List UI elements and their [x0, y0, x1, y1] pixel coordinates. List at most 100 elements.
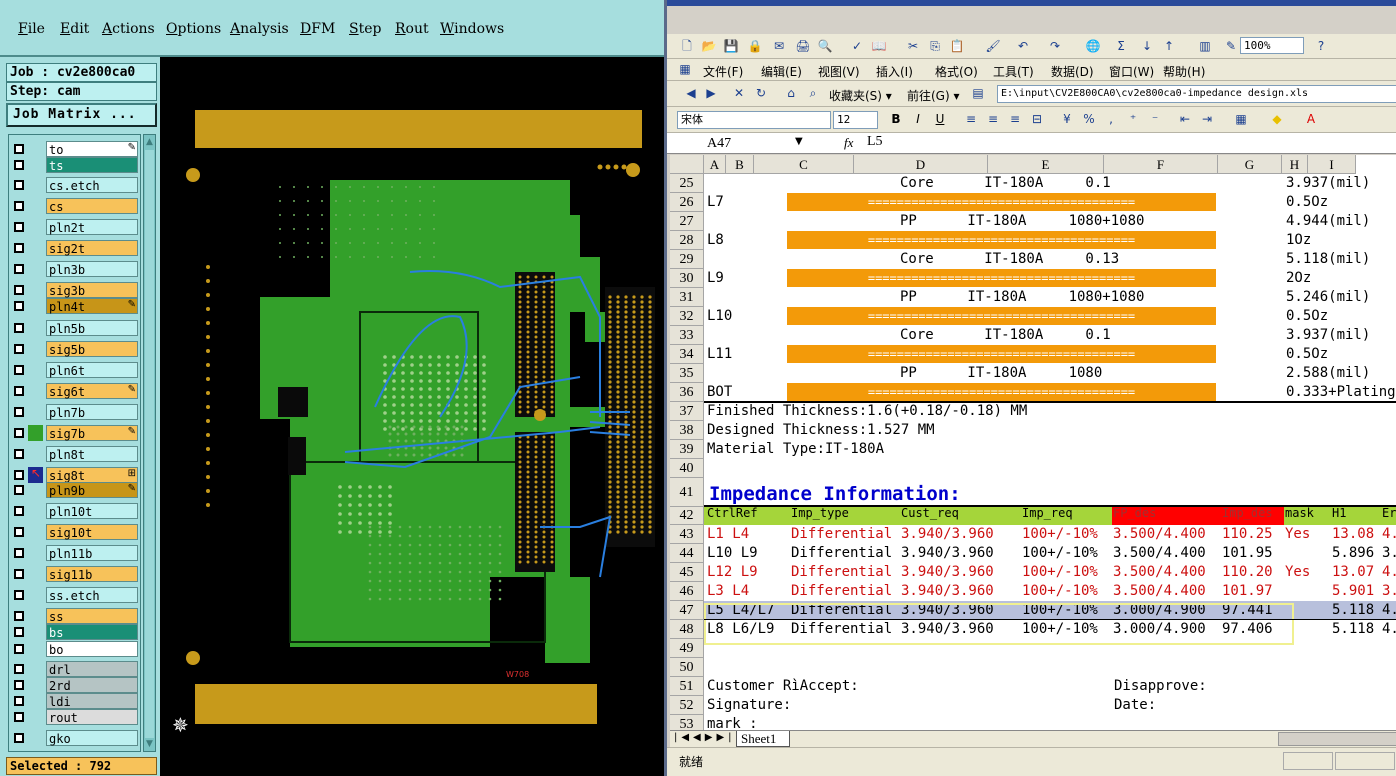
column-header-d[interactable]: D [854, 155, 988, 174]
cam-menu-options[interactable]: Options [166, 21, 221, 37]
info-cell[interactable]: Finished Thickness:1.6(+0.18/-0.18) MM [707, 402, 1027, 421]
stop-icon[interactable]: ✕ [731, 85, 747, 101]
imp-cell-er[interactable]: 4.0 [1382, 563, 1396, 582]
imp-cell-h1[interactable]: 13.08 [1332, 525, 1374, 544]
layer-name-cs.etch[interactable]: cs.etch [46, 177, 138, 193]
footer-left[interactable]: Customer RìAccept: [707, 677, 859, 696]
refresh-icon[interactable]: ↻ [753, 85, 769, 101]
column-header-f[interactable]: F [1104, 155, 1218, 174]
layer-checkbox[interactable] [14, 160, 24, 170]
imp-cell-h1[interactable]: 5.896 [1332, 544, 1374, 563]
layer-name-pln3b[interactable]: pln3b [46, 261, 138, 277]
font-name-select[interactable]: 宋体 [677, 111, 831, 129]
layer-checkbox[interactable] [14, 485, 24, 495]
imp-cell-req[interactable]: 100+/-10% [1022, 544, 1098, 563]
row-header[interactable]: 35 [670, 364, 704, 383]
layer-checkbox[interactable] [14, 627, 24, 637]
italic-icon[interactable]: I [910, 111, 926, 127]
layer-row[interactable]: sig5b [11, 341, 139, 357]
row-header[interactable]: 42 [670, 507, 704, 525]
imp-cell-ctrl[interactable]: L12 L9 [707, 563, 758, 582]
layer-row[interactable]: bo [11, 641, 139, 657]
menu-5[interactable]: 工具(T) [993, 63, 1034, 80]
imp-cell-ctrl[interactable]: L10 L9 [707, 544, 758, 563]
print-icon[interactable]: 🖨 [795, 38, 811, 54]
imp-cell-cust[interactable]: 3.940/3.960 [901, 525, 994, 544]
layer-name-ss[interactable]: ss [46, 608, 138, 624]
cam-menu-rout[interactable]: Rout [395, 21, 429, 37]
decrease-indent-icon[interactable]: ⇤ [1177, 111, 1193, 127]
sort-asc-icon[interactable]: ↓ [1139, 38, 1155, 54]
row-header[interactable]: 45 [670, 563, 704, 582]
horizontal-scrollbar[interactable] [1278, 732, 1396, 746]
layer-row[interactable]: sig6t ✎ [11, 383, 139, 399]
footer-left[interactable]: Signature: [707, 696, 791, 715]
row-header[interactable]: 51 [670, 677, 704, 696]
currency-icon[interactable]: ¥ [1059, 111, 1075, 127]
footer-left[interactable]: mark : [707, 715, 758, 730]
layer-row[interactable]: ↖ sig8t ⊞ [11, 466, 139, 483]
imp-cell-type[interactable]: Differential [791, 525, 892, 544]
help-icon[interactable]: ? [1313, 38, 1329, 54]
font-size-select[interactable]: 12 [833, 111, 878, 129]
layer-checkbox[interactable] [14, 222, 24, 232]
layer-row[interactable]: sig2t [11, 240, 139, 256]
open-icon[interactable]: 📂 [701, 38, 717, 54]
menu-4[interactable]: 格式(O) [935, 63, 978, 80]
research-icon[interactable]: 📖 [871, 38, 887, 54]
hyperlink-icon[interactable]: 🌐 [1085, 38, 1101, 54]
layer-cell[interactable]: BOT [707, 383, 732, 402]
layer-name-gko[interactable]: gko [46, 730, 138, 746]
layer-name-pln6t[interactable]: pln6t [46, 362, 138, 378]
undo-icon[interactable]: ↶ [1015, 38, 1031, 54]
percent-icon[interactable]: % [1081, 111, 1097, 127]
chart-icon[interactable]: ▥ [1197, 38, 1213, 54]
layer-name-pln11b[interactable]: pln11b [46, 545, 138, 561]
fx-icon[interactable]: fx [844, 135, 853, 151]
layer-checkbox[interactable] [14, 680, 24, 690]
home-icon[interactable]: ⌂ [783, 85, 799, 101]
layer-name-bo[interactable]: bo [46, 641, 138, 657]
imp-cell-er[interactable]: 4.2 [1382, 601, 1396, 620]
layer-checkbox[interactable] [14, 428, 24, 438]
imp-cell-req[interactable]: 100+/-10% [1022, 563, 1098, 582]
favorites-menu[interactable]: 收藏夹(S) ▾ [829, 87, 892, 104]
row-header[interactable]: 41 [670, 478, 704, 507]
layer-row[interactable]: gko [11, 730, 139, 746]
layer-row[interactable]: pln9b ✎ [11, 482, 139, 498]
imp-cell-imp[interactable]: 101.97 [1222, 582, 1273, 601]
menu-7[interactable]: 窗口(W) [1109, 63, 1154, 80]
layer-row[interactable]: pln6t [11, 362, 139, 378]
row-header[interactable]: 28 [670, 231, 704, 250]
layer-checkbox[interactable] [14, 407, 24, 417]
row-header[interactable]: 43 [670, 525, 704, 544]
address-field[interactable]: E:\input\CV2E800CA0\cv2e800ca0-impedance… [997, 85, 1396, 103]
pcb-canvas[interactable]: W708 ✵ [160, 57, 664, 776]
imp-cell-req[interactable]: 100+/-10% [1022, 525, 1098, 544]
show-only-web-toolbar-icon[interactable]: ▤ [970, 85, 986, 101]
layer-name-pln2t[interactable]: pln2t [46, 219, 138, 235]
worksheet-grid[interactable]: A B C D E F G H I 25 Core IT-180A 0.1 3.937(mil) 26 L… [670, 155, 1396, 730]
layer-row[interactable]: ss.etch [11, 587, 139, 603]
header-mask[interactable]: mask [1285, 506, 1314, 520]
layer-name-sig2t[interactable]: sig2t [46, 240, 138, 256]
redo-icon[interactable]: ↷ [1047, 38, 1063, 54]
row-header[interactable]: 38 [670, 421, 704, 440]
menu-6[interactable]: 数据(D) [1051, 63, 1094, 80]
value-cell[interactable]: 0.333+Plating [1286, 383, 1396, 402]
layer-checkbox[interactable] [14, 527, 24, 537]
layer-row[interactable]: pln8t [11, 446, 139, 462]
section-title[interactable]: Impedance Information: [709, 483, 961, 505]
column-header-a[interactable]: A [704, 155, 726, 174]
layer-checkbox[interactable] [14, 264, 24, 274]
layer-checkbox[interactable] [14, 386, 24, 396]
row-header[interactable]: 25 [670, 174, 704, 193]
row-header[interactable]: 49 [670, 639, 704, 658]
paste-icon[interactable]: 📋 [949, 38, 965, 54]
layer-checkbox[interactable] [14, 506, 24, 516]
layer-checkbox[interactable] [14, 696, 24, 706]
material-cell[interactable]: PP IT-180A 1080+1080 [900, 288, 1144, 307]
value-cell[interactable]: 0.5Oz [1286, 307, 1328, 326]
permission-icon[interactable]: 🔒 [747, 38, 763, 54]
material-cell[interactable]: PP IT-180A 1080 [900, 364, 1102, 383]
